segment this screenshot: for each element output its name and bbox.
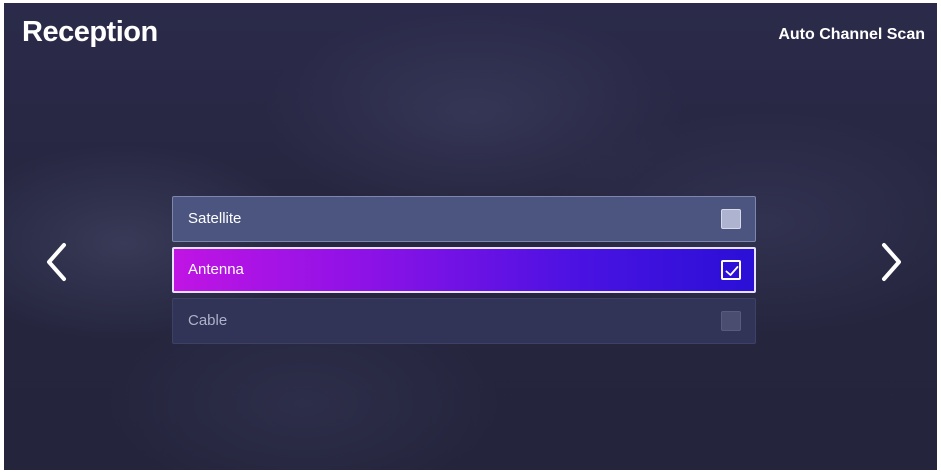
- option-satellite[interactable]: Satellite: [172, 196, 756, 242]
- option-label: Cable: [188, 312, 228, 329]
- cable-checkbox[interactable]: [721, 311, 741, 331]
- option-cable[interactable]: Cable: [172, 298, 756, 344]
- checkmark-icon: [725, 266, 739, 276]
- previous-page-button[interactable]: [42, 239, 72, 285]
- antenna-checkbox[interactable]: [721, 260, 741, 280]
- tv-screen: Reception Auto Channel Scan Satellite An…: [4, 3, 937, 470]
- option-antenna[interactable]: Antenna: [172, 247, 756, 293]
- next-page-button[interactable]: [876, 239, 906, 285]
- page-title: Reception: [22, 16, 158, 48]
- chevron-right-icon: [882, 243, 901, 281]
- reception-options-list: Satellite Antenna Cable: [172, 196, 756, 349]
- auto-channel-scan-button[interactable]: Auto Channel Scan: [778, 26, 925, 44]
- option-label: Satellite: [188, 210, 242, 227]
- option-label: Antenna: [188, 261, 244, 278]
- satellite-checkbox[interactable]: [721, 209, 741, 229]
- chevron-left-icon: [47, 243, 66, 281]
